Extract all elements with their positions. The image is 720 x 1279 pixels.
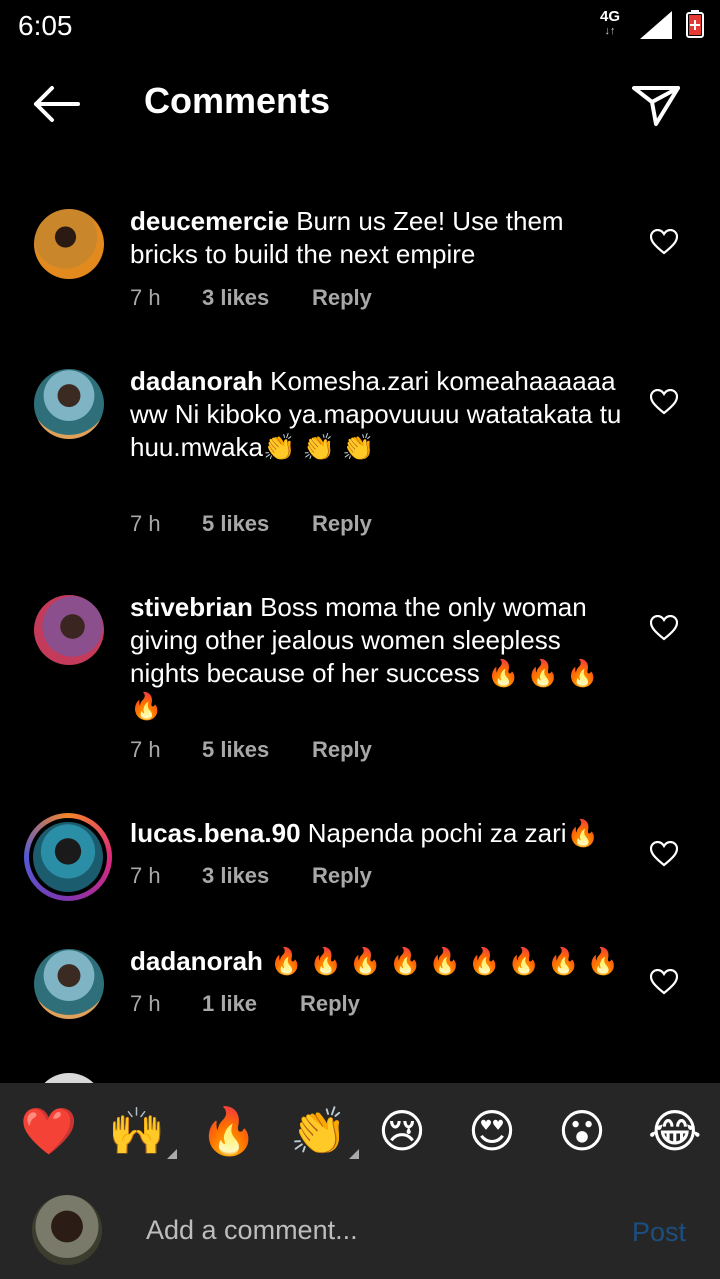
back-arrow-icon[interactable] <box>28 82 84 126</box>
comment-likes[interactable]: 1 like <box>202 991 300 1017</box>
avatar-ring-gap <box>29 818 107 896</box>
comment-item: deucemercie Burn us Zee! Use them bricks… <box>0 195 720 345</box>
comment-meta: 7 h 3 likes Reply <box>130 285 372 311</box>
comment-item: dadanorah Komesha.zari komeahaaaaaa ww N… <box>0 355 720 575</box>
comment-username[interactable]: deucemercie <box>130 206 289 236</box>
like-heart-icon[interactable] <box>650 615 678 641</box>
reaction-heart-emoji[interactable]: ❤️ <box>20 1101 77 1161</box>
reaction-laughing-emoji[interactable]: 😂 <box>648 1101 702 1161</box>
comment-likes[interactable]: 3 likes <box>202 863 312 889</box>
comment-meta: 7 h 5 likes Reply <box>130 511 372 537</box>
like-heart-icon[interactable] <box>650 841 678 867</box>
comment-input-row: Post <box>0 1191 720 1271</box>
reaction-surprised-emoji[interactable]: 😮 <box>558 1101 606 1161</box>
comment-input[interactable] <box>144 1207 608 1253</box>
reaction-crying-emoji[interactable]: 😢 <box>378 1101 426 1161</box>
avatar <box>33 822 103 892</box>
comment-username[interactable]: dadanorah <box>130 366 263 396</box>
comment-body: 🔥 🔥 🔥 🔥 🔥 🔥 🔥 🔥 🔥 <box>270 946 620 976</box>
post-button[interactable]: Post <box>632 1217 686 1248</box>
status-bar: 6:05 4G ↓↑ <box>0 0 720 50</box>
avatar[interactable] <box>34 595 104 665</box>
comment-text: deucemercie Burn us Zee! Use them bricks… <box>130 205 625 271</box>
skin-tone-indicator-icon <box>167 1149 178 1159</box>
send-direct-icon[interactable] <box>628 80 684 130</box>
network-indicator: 4G ↓↑ <box>600 8 621 38</box>
network-label: 4G <box>600 8 621 25</box>
signal-icon <box>640 11 672 39</box>
reply-button[interactable]: Reply <box>312 737 372 763</box>
comment-time: 7 h <box>130 991 161 1016</box>
battery-icon <box>686 10 704 38</box>
avatar[interactable] <box>34 209 104 279</box>
comments-list: deucemercie Burn us Zee! Use them bricks… <box>0 195 720 1085</box>
avatar[interactable] <box>34 949 104 1019</box>
comment-likes[interactable]: 3 likes <box>202 285 312 311</box>
comment-item: stivebrian Boss moma the only woman givi… <box>0 581 720 801</box>
like-heart-icon[interactable] <box>650 229 678 255</box>
comment-time: 7 h <box>130 511 161 536</box>
reply-button[interactable]: Reply <box>312 285 372 311</box>
header: Comments <box>0 60 720 150</box>
reaction-raised-hands-glyph: 🙌 <box>108 1105 166 1157</box>
comment-likes[interactable]: 5 likes <box>202 737 312 763</box>
avatar[interactable] <box>34 369 104 439</box>
quick-reactions: ❤️ 🙌 🔥 👏 😢 😍 😮 😂 <box>0 1101 720 1171</box>
comment-text: dadanorah Komesha.zari komeahaaaaaa ww N… <box>130 365 625 464</box>
like-heart-icon[interactable] <box>650 389 678 415</box>
skin-tone-indicator-icon <box>349 1149 360 1159</box>
comment-time: 7 h <box>130 737 161 762</box>
comment-body: Napenda pochi za zari🔥 <box>307 818 599 848</box>
comment-time: 7 h <box>130 863 161 888</box>
comment-text: dadanorah 🔥 🔥 🔥 🔥 🔥 🔥 🔥 🔥 🔥 <box>130 945 625 978</box>
comment-likes[interactable]: 5 likes <box>202 511 312 537</box>
comment-username[interactable]: lucas.bena.90 <box>130 818 301 848</box>
comment-item: lucas.bena.90 Napenda pochi za zari🔥 7 h… <box>0 807 720 927</box>
my-avatar <box>32 1195 102 1265</box>
reaction-raised-hands-emoji[interactable]: 🙌 <box>108 1101 178 1161</box>
reaction-heart-eyes-emoji[interactable]: 😍 <box>468 1101 516 1161</box>
status-time: 6:05 <box>18 10 73 41</box>
comment-time: 7 h <box>130 285 161 310</box>
like-heart-icon[interactable] <box>650 969 678 995</box>
comment-meta: 7 h 5 likes Reply <box>130 737 372 763</box>
data-arrows-icon: ↓↑ <box>604 25 616 37</box>
reply-button[interactable]: Reply <box>312 511 372 537</box>
page-title: Comments <box>144 80 331 121</box>
reply-button[interactable]: Reply <box>312 863 372 889</box>
comment-item: dadanorah 🔥 🔥 🔥 🔥 🔥 🔥 🔥 🔥 🔥 7 h 1 like Rep… <box>0 935 720 1055</box>
comment-text: lucas.bena.90 Napenda pochi za zari🔥 <box>130 817 625 850</box>
reaction-clapping-emoji[interactable]: 👏 <box>290 1101 360 1161</box>
composer-panel: ❤️ 🙌 🔥 👏 😢 😍 😮 😂 Post <box>0 1083 720 1279</box>
avatar-story-ring[interactable] <box>24 813 112 901</box>
comment-meta: 7 h 1 like Reply <box>130 991 360 1017</box>
reply-button[interactable]: Reply <box>300 991 360 1017</box>
comment-username[interactable]: stivebrian <box>130 592 253 622</box>
reaction-fire-emoji[interactable]: 🔥 <box>200 1101 257 1161</box>
comment-meta: 7 h 3 likes Reply <box>130 863 372 889</box>
reaction-clapping-glyph: 👏 <box>290 1105 348 1157</box>
comment-username[interactable]: dadanorah <box>130 946 263 976</box>
comment-text: stivebrian Boss moma the only woman givi… <box>130 591 625 723</box>
